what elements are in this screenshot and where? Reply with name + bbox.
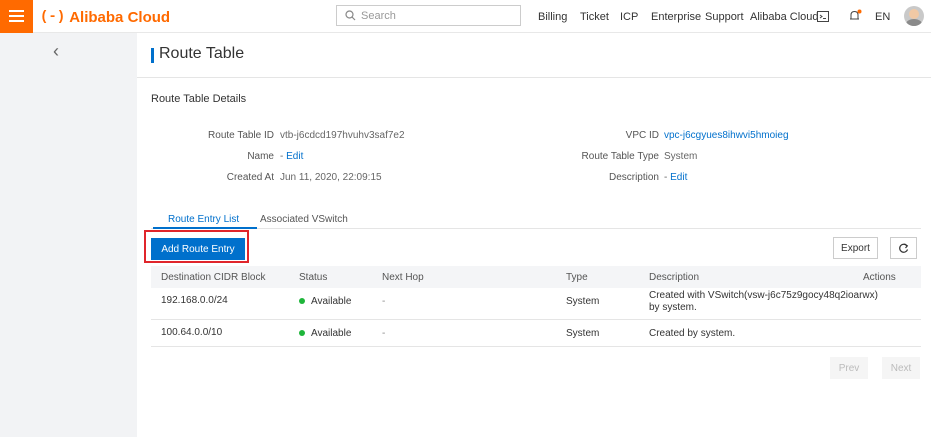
route-table-type-label: Route Table Type	[581, 151, 659, 162]
route-table-id-value: vtb-j6cdcd197hvuhv3saf7e2	[280, 130, 405, 141]
refresh-icon	[899, 243, 909, 253]
edit-description-link[interactable]: Edit	[670, 172, 687, 183]
refresh-button[interactable]	[890, 237, 917, 259]
edit-name-link[interactable]: Edit	[286, 151, 303, 162]
terminal-icon[interactable]	[817, 11, 829, 22]
next-hop-cell: -	[382, 328, 386, 339]
chevron-left-icon[interactable]: ‹	[53, 41, 59, 62]
name-label: Name	[247, 151, 274, 162]
vpc-id-label: VPC ID	[625, 130, 659, 141]
export-button[interactable]: Export	[833, 237, 878, 259]
column-header: Description	[649, 272, 700, 283]
row-divider	[151, 346, 921, 347]
sidebar: ‹	[0, 33, 137, 437]
nav-support[interactable]: Support	[705, 11, 744, 23]
vpc-id-link[interactable]: vpc-j6cgyues8ihwvi5hmoieg	[664, 130, 789, 141]
column-header: Next Hop	[382, 272, 424, 283]
column-header: Actions	[863, 272, 896, 283]
nav-icp[interactable]: ICP	[620, 11, 638, 23]
logo-text: Alibaba Cloud	[69, 8, 171, 26]
column-header: Destination CIDR Block	[161, 272, 266, 283]
description-value: - Edit	[664, 172, 688, 183]
column-header: Status	[299, 272, 328, 283]
created-at-value: Jun 11, 2020, 22:09:15	[280, 172, 382, 183]
description-label: Description	[608, 172, 659, 183]
highlight-box	[144, 230, 249, 263]
type-cell: System	[566, 328, 600, 339]
cidr-cell: 100.64.0.0/10	[161, 327, 223, 338]
nav-billing[interactable]: Billing	[538, 11, 567, 23]
status-dot-icon	[299, 298, 305, 305]
route-table-id-label: Route Table ID	[208, 130, 274, 141]
search-input[interactable]: Search	[336, 5, 521, 26]
status-dot-icon	[299, 330, 305, 337]
hamburger-menu-button[interactable]	[0, 0, 33, 33]
divider	[137, 77, 931, 78]
tab-associated-vswitch[interactable]: Associated VSwitch	[260, 214, 348, 225]
top-navigation-bar: (-) Alibaba Cloud Search Billing Ticket …	[0, 0, 931, 33]
cidr-cell: 192.168.0.0/24	[161, 295, 228, 306]
prev-page-button[interactable]: Prev	[830, 357, 868, 379]
bell-icon[interactable]	[848, 9, 862, 23]
column-header: Type	[566, 272, 588, 283]
created-at-label: Created At	[226, 172, 274, 183]
nav-ticket[interactable]: Ticket	[580, 11, 609, 23]
next-hop-cell: -	[382, 296, 386, 307]
search-placeholder: Search	[361, 9, 396, 22]
table-header: Destination CIDR Block Status Next Hop T…	[151, 266, 921, 288]
page-title: Route Table	[159, 45, 245, 62]
status-cell: Available	[299, 296, 351, 307]
tab-divider	[151, 228, 921, 229]
language-switch[interactable]: EN	[875, 11, 890, 23]
menu-bar-icon	[9, 15, 24, 17]
status-cell: Available	[299, 328, 351, 339]
nav-alibaba-cloud[interactable]: Alibaba Cloud	[750, 11, 819, 23]
search-icon	[345, 10, 356, 21]
next-page-button[interactable]: Next	[882, 357, 920, 379]
type-cell: System	[566, 296, 600, 307]
name-value: - Edit	[280, 151, 304, 162]
route-table-type-value: System	[664, 151, 698, 162]
active-tab-indicator	[153, 227, 257, 229]
row-divider	[151, 319, 921, 320]
nav-enterprise[interactable]: Enterprise	[651, 11, 701, 23]
logo-mark-icon: (-)	[40, 9, 66, 25]
description-cell: Created with VSwitch(vsw-j6c75z9gocy48q2…	[649, 290, 878, 301]
description-cell-line2: by system.	[649, 302, 697, 313]
section-title: Route Table Details	[151, 93, 247, 105]
main-content: Route Table Route Table Details Route Ta…	[137, 33, 931, 437]
menu-bar-icon	[9, 20, 24, 22]
menu-bar-icon	[9, 10, 24, 12]
avatar[interactable]	[904, 6, 924, 26]
title-accent-bar	[151, 48, 154, 63]
description-cell: Created by system.	[649, 328, 736, 339]
alibaba-cloud-logo[interactable]: (-) Alibaba Cloud	[40, 7, 170, 27]
tab-route-entry-list[interactable]: Route Entry List	[168, 214, 239, 225]
